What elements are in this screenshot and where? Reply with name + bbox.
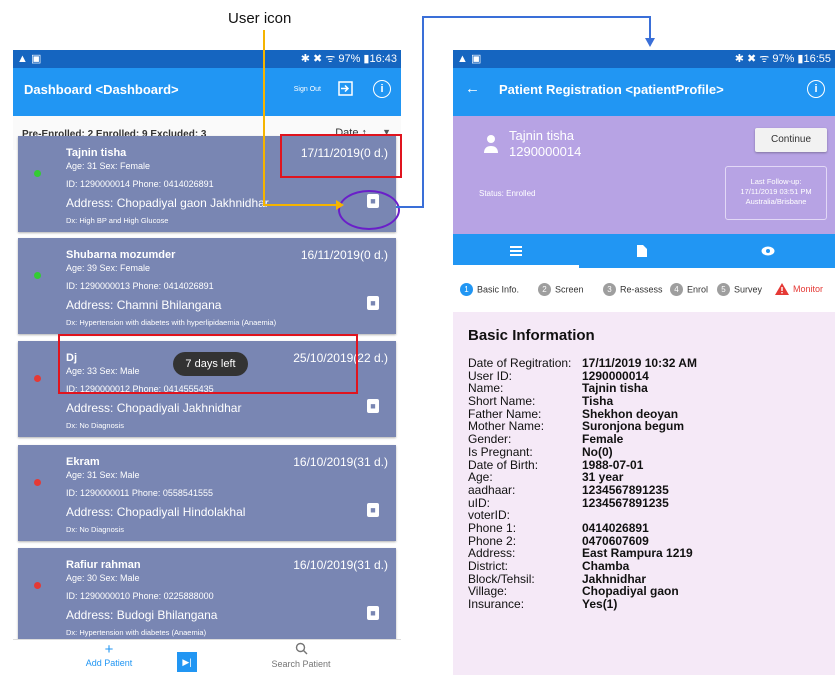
annotation-arrows: [263, 16, 655, 210]
